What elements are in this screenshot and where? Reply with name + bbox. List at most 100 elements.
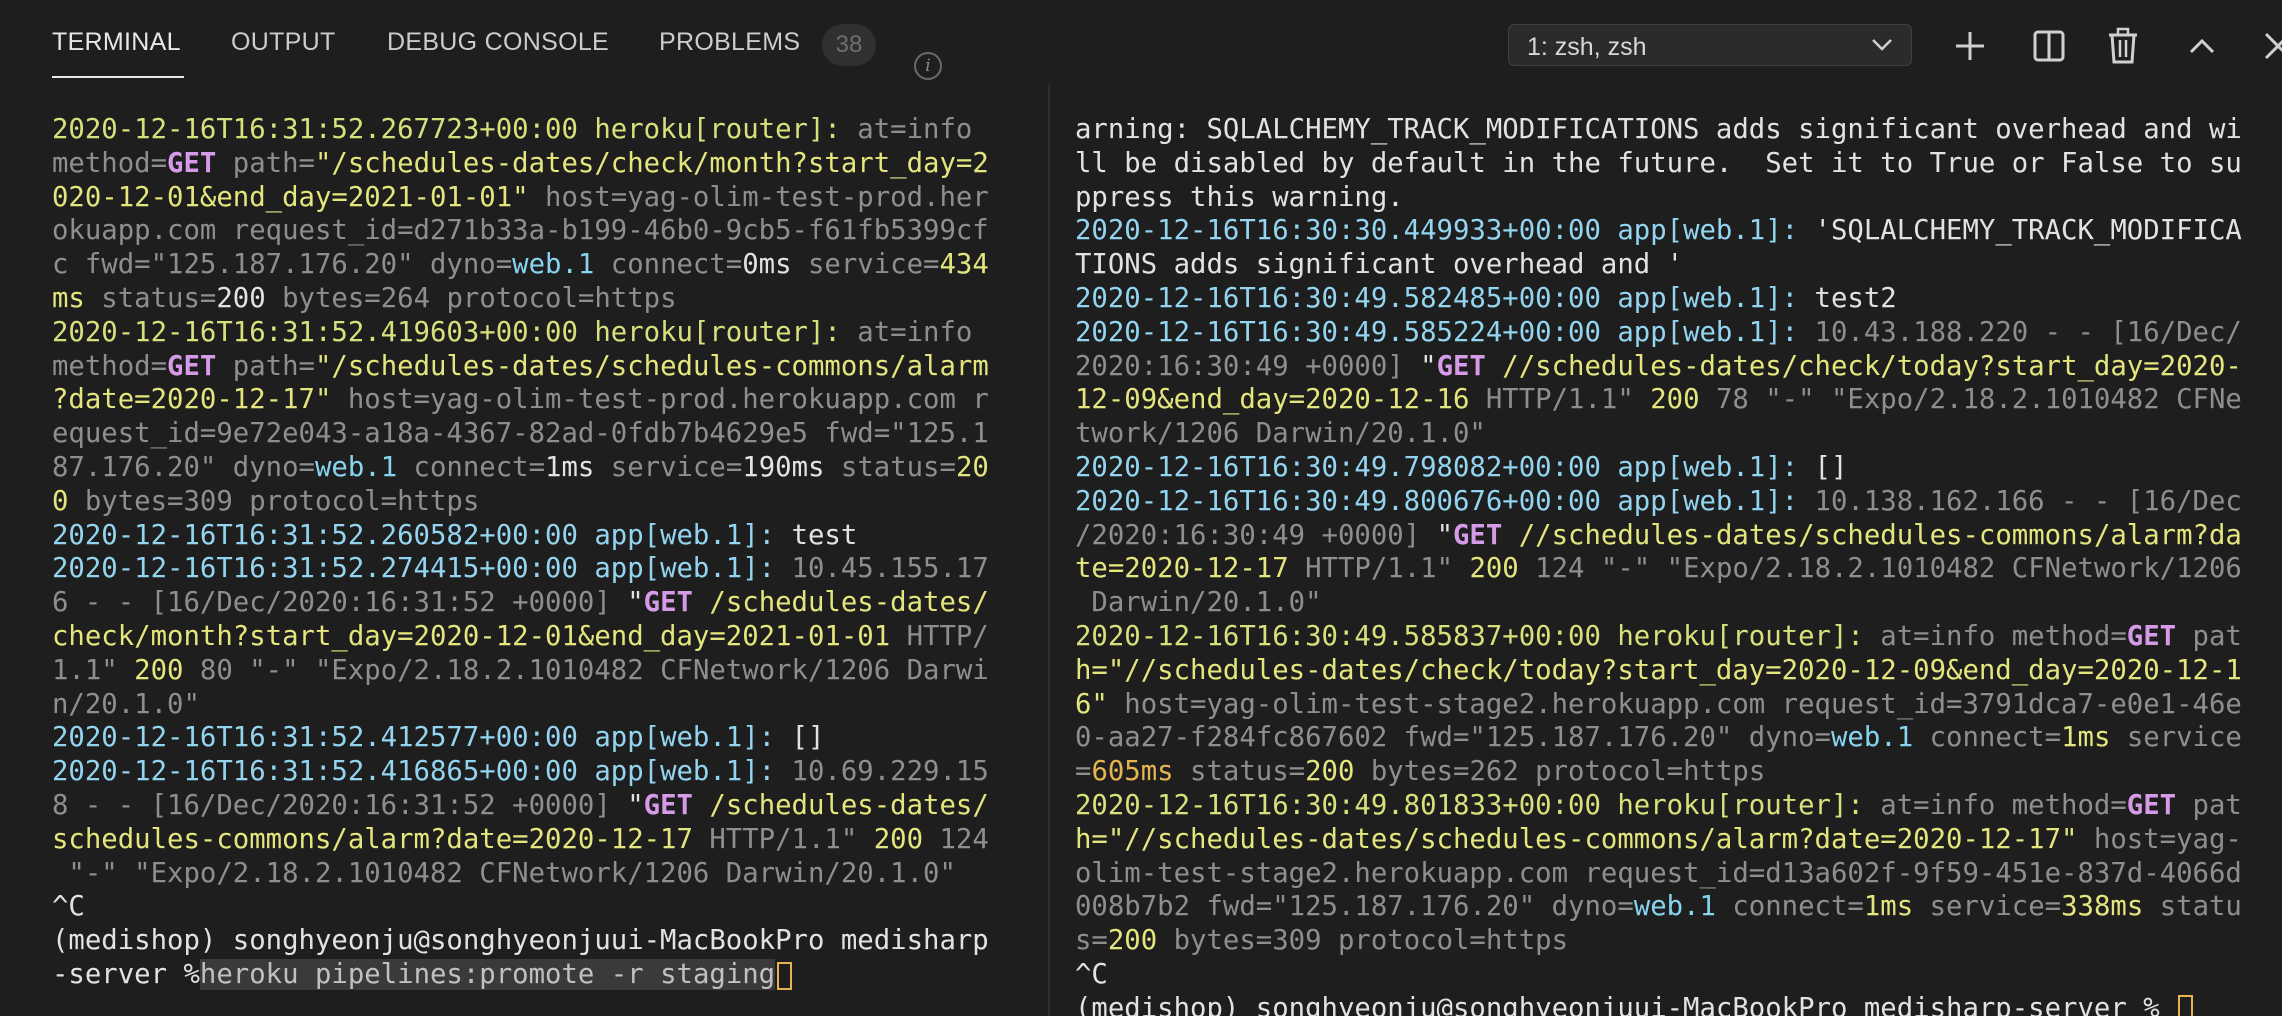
terminal-line: 6 - - [16/Dec/2020:16:31:52 +0000] "GET … bbox=[52, 586, 989, 619]
terminal-text-segment: (medishop) songhyeonju@songhyeonjuui-Mac… bbox=[1075, 992, 2177, 1016]
terminal-selector[interactable]: 1: zsh, zsh bbox=[1508, 24, 1912, 66]
split-icon[interactable] bbox=[2025, 22, 2073, 70]
info-icon[interactable]: i bbox=[914, 52, 942, 80]
terminal-text-segment: app[web.1]: bbox=[594, 519, 776, 551]
terminal-cursor bbox=[2178, 995, 2194, 1016]
terminal-text-segment: 200 bbox=[1469, 553, 1519, 585]
terminal-text-segment: heroku[router]: bbox=[1617, 621, 1864, 652]
terminal-line: h="//schedules-dates/check/today?start_d… bbox=[1075, 654, 2242, 687]
terminal-text-segment: path= bbox=[216, 350, 315, 382]
terminal-text-segment: " bbox=[627, 587, 644, 619]
terminal-text-segment: 2020-12-16T16:30:49.582485+00:00 bbox=[1075, 283, 1618, 314]
terminal-text-segment: 200 bbox=[134, 654, 184, 686]
terminal-text-segment: app[web.1]: bbox=[1617, 452, 1799, 483]
terminal-text-segment: host=yag-olim-test-stage2.herokuapp.com … bbox=[1107, 688, 2242, 720]
terminal-text-segment: GET bbox=[2126, 621, 2177, 652]
terminal-line: arning: SQLALCHEMY_TRACK_MODIFICATIONS a… bbox=[1075, 113, 2242, 146]
terminal-line: schedules-commons/alarm?date=2020-12-17 … bbox=[52, 823, 989, 856]
chevron-up-icon[interactable] bbox=[2178, 22, 2226, 70]
close-icon[interactable] bbox=[2254, 22, 2282, 70]
terminal-text-segment: h="//schedules-dates/schedules-commons/a… bbox=[1075, 823, 2078, 855]
terminal-line: ^C bbox=[1075, 958, 1108, 991]
terminal-text-segment: /schedules-dates/ bbox=[692, 587, 989, 619]
terminal-text-segment: 200 bbox=[216, 283, 266, 314]
terminal-text-segment: GET bbox=[167, 147, 217, 179]
terminal-text-segment: [] bbox=[1798, 452, 1848, 483]
terminal-text-segment: twork/1206 Darwin/20.1.0" bbox=[1075, 418, 1486, 450]
terminal-pane-left[interactable]: 2020-12-16T16:31:52.267723+00:00 heroku[… bbox=[52, 84, 1022, 1016]
terminal-text-segment: 6" bbox=[1075, 688, 1108, 720]
terminal-cursor bbox=[777, 961, 793, 990]
terminal-text-segment: -server % bbox=[52, 959, 200, 990]
terminal-text-segment: 20 bbox=[955, 452, 989, 483]
tab-problems[interactable]: PROBLEMS bbox=[659, 28, 800, 62]
terminal-text-segment: ppress this warning. bbox=[1075, 181, 1404, 213]
terminal-text-segment: test bbox=[775, 519, 858, 551]
terminal-text-segment: host=yag-olim-test-prod.herokuapp.com r bbox=[331, 384, 989, 416]
terminal-line: 0-aa27-f284fc867602 fwd="125.187.176.20"… bbox=[1075, 721, 2242, 754]
terminal-text-segment: statu bbox=[2143, 891, 2242, 923]
terminal-line: equest_id=9e72e043-a18a-4367-82ad-0fdb7b… bbox=[52, 417, 989, 450]
terminal-text-segment: heroku[router]: bbox=[1617, 790, 1864, 821]
terminal-text-segment: 87.176.20" dyno= bbox=[52, 452, 315, 483]
pane-divider[interactable] bbox=[1048, 84, 1050, 1016]
chevron-down-icon bbox=[1872, 39, 1892, 51]
terminal-text-segment: 200 bbox=[1107, 925, 1158, 957]
terminal-text-segment: app[web.1]: bbox=[1617, 485, 1799, 517]
terminal-text-segment: /2020:16:30:49 +0000] bbox=[1075, 519, 1437, 551]
terminal-text-segment: 2020-12-16T16:30:49.801833+00:00 bbox=[1075, 790, 1618, 821]
terminal-text-segment: web.1 bbox=[314, 452, 398, 483]
terminal-selector-value: 1: zsh, zsh bbox=[1527, 33, 1647, 61]
terminal-text-segment: connect= bbox=[397, 452, 546, 483]
terminal-line: (medishop) songhyeonju@songhyeonjuui-Mac… bbox=[52, 924, 989, 957]
terminal-line: TIONS adds significant overhead and ' bbox=[1075, 248, 1683, 281]
terminal-text-segment: app[web.1]: bbox=[1617, 283, 1799, 314]
tab-terminal[interactable]: TERMINAL bbox=[52, 28, 181, 62]
terminal-text-segment: GET bbox=[1436, 350, 1486, 382]
terminal-text-segment: HTTP/ bbox=[890, 621, 989, 652]
terminal-text-segment: ^C bbox=[52, 891, 85, 923]
terminal-text-segment: bytes=264 protocol=https bbox=[265, 283, 677, 314]
terminal-text-segment: equest_id=9e72e043-a18a-4367-82ad-0fdb7b… bbox=[52, 418, 989, 450]
tab-output[interactable]: OUTPUT bbox=[231, 28, 336, 62]
terminal-text-segment: 10.43.188.220 - - [16/Dec/ bbox=[1798, 316, 2242, 348]
terminal-text-segment: at=info bbox=[840, 316, 973, 348]
terminal-text-segment: //schedules-dates/schedules-commons/alar… bbox=[1502, 519, 2242, 551]
terminal-text-segment: 10.45.155.17 bbox=[775, 553, 989, 585]
terminal-text-segment: GET bbox=[1453, 519, 1503, 551]
terminal-line: 2020:16:30:49 +0000] "GET //schedules-da… bbox=[1075, 350, 2242, 383]
terminal-line: method=GET path="/schedules-dates/schedu… bbox=[52, 350, 989, 383]
terminal-text-segment: TIONS adds significant overhead and ' bbox=[1075, 249, 1684, 281]
terminal-text-segment: web.1 bbox=[1830, 722, 1914, 754]
terminal-line: 2020-12-16T16:30:49.800676+00:00 app[web… bbox=[1075, 485, 2242, 518]
terminal-text-segment: method= bbox=[52, 147, 168, 179]
terminal-text-segment: bytes=309 protocol=https bbox=[68, 485, 480, 517]
terminal-text-segment: 124 "-" "Expo/2.18.2.1010482 CFNetwork/1… bbox=[1518, 553, 2242, 585]
terminal-line: check/month?start_day=2020-12-01&end_day… bbox=[52, 620, 989, 653]
trash-icon[interactable] bbox=[2099, 22, 2147, 70]
terminal-pane-right[interactable]: arning: SQLALCHEMY_TRACK_MODIFICATIONS a… bbox=[1075, 84, 2282, 1016]
terminal-text-segment: test2 bbox=[1798, 283, 1897, 314]
terminal-text-segment: method= bbox=[52, 350, 168, 382]
terminal-text-segment: app[web.1]: bbox=[1617, 316, 1799, 348]
terminal-line: 2020-12-16T16:31:52.419603+00:00 heroku[… bbox=[52, 316, 972, 349]
terminal-text-segment: at=info bbox=[840, 114, 973, 145]
terminal-line: Darwin/20.1.0" bbox=[1075, 586, 1322, 619]
terminal-text-segment: 78 "-" "Expo/2.18.2.1010482 CFNe bbox=[1699, 384, 2242, 416]
terminal-text-segment: Darwin/20.1.0" bbox=[1075, 587, 1322, 619]
terminal-line: ppress this warning. bbox=[1075, 181, 1404, 214]
terminal-text-segment: schedules-commons/alarm?date=2020-12-17 bbox=[52, 823, 693, 855]
terminal-text-segment: 2020-12-16T16:31:52.267723+00:00 bbox=[52, 114, 595, 145]
terminal-text-segment: 2020-12-16T16:31:52.274415+00:00 bbox=[52, 553, 595, 585]
terminal-line: 2020-12-16T16:30:49.582485+00:00 app[web… bbox=[1075, 282, 1897, 315]
terminal-line: 2020-12-16T16:31:52.412577+00:00 app[web… bbox=[52, 721, 824, 754]
terminal-text-segment: 200 bbox=[1305, 756, 1355, 788]
terminal-text-segment: olim-test-stage2.herokuapp.com request_i… bbox=[1075, 857, 2242, 889]
terminal-text-segment: host=yag- bbox=[2077, 823, 2242, 855]
terminal-line: okuapp.com request_id=d271b33a-b199-46b0… bbox=[52, 214, 989, 247]
terminal-text-segment: heroku[router]: bbox=[594, 114, 841, 145]
problems-count-badge: 38 bbox=[822, 24, 876, 66]
terminal-text-segment: ^C bbox=[1075, 959, 1108, 990]
tab-debug-console[interactable]: DEBUG CONSOLE bbox=[387, 28, 609, 62]
plus-icon[interactable] bbox=[1946, 22, 1994, 70]
